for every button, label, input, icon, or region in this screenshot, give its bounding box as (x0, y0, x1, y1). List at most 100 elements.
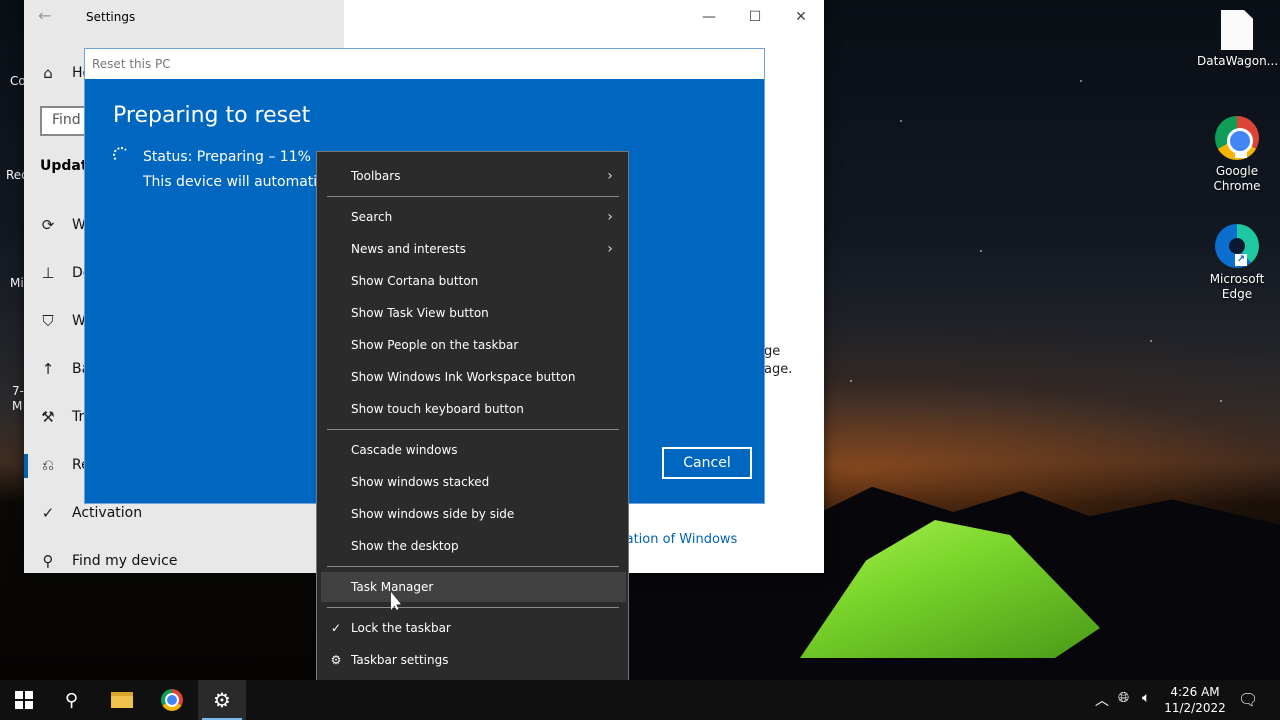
menu-item-label: Show windows stacked (351, 475, 490, 489)
taskbar-search-button[interactable]: ⚲ (48, 680, 96, 720)
menu-item-label: Show the desktop (351, 539, 459, 553)
desktop-icon-microsoft-edge[interactable]: ↗ Microsoft Edge (1197, 224, 1277, 302)
close-button[interactable]: ✕ (786, 6, 816, 28)
menu-item-show-task-view-button[interactable]: Show Task View button (321, 298, 626, 328)
person-location-icon: ⚲ (42, 552, 54, 570)
volume-icon[interactable]: 🔈︎ (1142, 690, 1150, 706)
upload-arrow-icon: ↑ (41, 360, 55, 378)
dialog-heading: Preparing to reset (113, 103, 311, 128)
desktop-icon-label-fragment: Mi (10, 276, 24, 290)
globe-network-icon[interactable]: 🌐︎ (1118, 690, 1129, 706)
window-title: Settings (86, 10, 136, 24)
search-placeholder: Find (52, 112, 81, 128)
star (900, 120, 902, 122)
desktop-icon-label: Microsoft Edge (1209, 272, 1265, 301)
star (850, 380, 852, 382)
reset-note-text: This device will automatica (143, 174, 317, 190)
menu-item-label: Show Cortana button (351, 274, 479, 288)
nav-item-windows-update[interactable]: ⟳ W (38, 216, 86, 234)
nav-item-label: Tr (72, 409, 85, 425)
menu-separator (327, 607, 619, 608)
desktop-icon-datawagon[interactable]: DataWagon... (1197, 10, 1279, 69)
menu-item-windows-stacked[interactable]: Show windows stacked (321, 467, 626, 497)
star (980, 250, 982, 252)
nav-item-recovery[interactable]: ⎌ Re (38, 456, 90, 474)
taskbar-context-menu: Toolbars › Search › News and interests ›… (316, 151, 629, 685)
taskbar[interactable]: ⚲ ⚙ ︿ 🌐︎ 🔈︎ 4:26 AM 11/2/2022 🗨︎ (0, 680, 1280, 720)
recovery-icon: ⎌ (41, 456, 54, 474)
nav-item-windows-security[interactable]: ⛉ W (38, 312, 85, 330)
menu-item-label: Lock the taskbar (351, 621, 451, 635)
search-icon: ⚲ (65, 689, 79, 711)
star (1220, 400, 1222, 402)
home-icon: ⌂ (43, 64, 53, 82)
menu-item-show-people[interactable]: Show People on the taskbar (321, 330, 626, 360)
star (1080, 80, 1082, 82)
taskbar-file-explorer[interactable] (98, 680, 146, 720)
maximize-button[interactable]: ☐ (740, 6, 770, 28)
folder-icon (111, 692, 133, 708)
checkmark-icon: ✓ (330, 621, 342, 635)
gear-icon: ⚙ (213, 688, 231, 712)
nav-item-label: Find my device (72, 553, 178, 569)
menu-item-search[interactable]: Search › (321, 202, 626, 232)
chrome-icon: ↗ (1215, 116, 1259, 160)
menu-item-show-cortana-button[interactable]: Show Cortana button (321, 266, 626, 296)
menu-item-label: News and interests (351, 242, 466, 256)
menu-item-show-ink-workspace[interactable]: Show Windows Ink Workspace button (321, 362, 626, 392)
menu-item-show-desktop[interactable]: Show the desktop (321, 531, 626, 561)
reset-status-text: Status: Preparing – 11% (143, 149, 311, 165)
star (1150, 340, 1152, 342)
check-circle-icon: ✓ (41, 504, 55, 522)
menu-item-label: Search (351, 210, 393, 224)
nav-item-find-my-device[interactable]: ⚲ Find my device (38, 552, 178, 570)
menu-item-label: Taskbar settings (351, 653, 449, 667)
content-text-fragment: ge (764, 344, 781, 359)
shield-icon: ⛉ (42, 312, 54, 330)
desktop-icon-label-fragment: M (12, 399, 23, 413)
start-button[interactable] (0, 680, 48, 720)
menu-item-lock-taskbar[interactable]: ✓ Lock the taskbar (321, 613, 626, 643)
desktop-icon-label: DataWagon... (1197, 54, 1279, 68)
menu-item-task-manager[interactable]: Task Manager (321, 572, 626, 602)
back-arrow-icon[interactable]: ← (38, 6, 51, 25)
menu-item-label: Show Task View button (351, 306, 489, 320)
settings-titlebar[interactable]: ← Settings — ☐ ✕ (24, 0, 824, 34)
notifications-icon[interactable]: 🗨︎ (1238, 690, 1258, 709)
clock-time: 4:26 AM (1170, 685, 1220, 699)
nav-item-troubleshoot[interactable]: ⚒ Tr (38, 408, 84, 426)
menu-item-news-and-interests[interactable]: News and interests › (321, 234, 626, 264)
learn-more-link[interactable]: lation of Windows (622, 532, 737, 547)
desktop-icon-label: Google Chrome (1213, 164, 1261, 193)
delivery-icon: ⊥ (41, 264, 55, 282)
menu-item-cascade-windows[interactable]: Cascade windows (321, 435, 626, 465)
clock-date: 11/2/2022 (1164, 701, 1226, 715)
nav-item-label: Activation (72, 505, 143, 521)
menu-separator (327, 196, 619, 197)
nav-item-backup[interactable]: ↑ Ba (38, 360, 90, 378)
menu-item-show-touch-keyboard[interactable]: Show touch keyboard button (321, 394, 626, 424)
desktop-icon-label-fragment: 7- (12, 384, 24, 398)
selected-nav-indicator (24, 454, 28, 478)
menu-item-label: Task Manager (351, 580, 434, 594)
shortcut-arrow-icon: ↗ (1235, 146, 1247, 158)
menu-item-windows-side-by-side[interactable]: Show windows side by side (321, 499, 626, 529)
cancel-button[interactable]: Cancel (662, 447, 752, 479)
nav-item-activation[interactable]: ✓ Activation (38, 504, 142, 522)
wrench-icon: ⚒ (41, 408, 55, 426)
taskbar-chrome[interactable] (148, 680, 196, 720)
menu-item-label: Show People on the taskbar (351, 338, 519, 352)
menu-item-label: Show touch keyboard button (351, 402, 524, 416)
menu-item-toolbars[interactable]: Toolbars › (321, 161, 626, 191)
chevron-right-icon: › (607, 241, 613, 257)
desktop-icon-google-chrome[interactable]: ↗ Google Chrome (1197, 116, 1277, 194)
chevron-up-icon[interactable]: ︿ (1095, 690, 1109, 710)
dialog-title: Reset this PC (85, 49, 764, 79)
edge-icon: ↗ (1215, 224, 1259, 268)
menu-item-taskbar-settings[interactable]: ⚙ Taskbar settings (321, 645, 626, 675)
taskbar-settings[interactable]: ⚙ (198, 680, 246, 720)
shortcut-arrow-icon: ↗ (1235, 254, 1247, 266)
minimize-button[interactable]: — (694, 6, 724, 28)
clock[interactable]: 4:26 AM 11/2/2022 (1164, 684, 1226, 716)
chevron-right-icon: › (607, 168, 613, 184)
